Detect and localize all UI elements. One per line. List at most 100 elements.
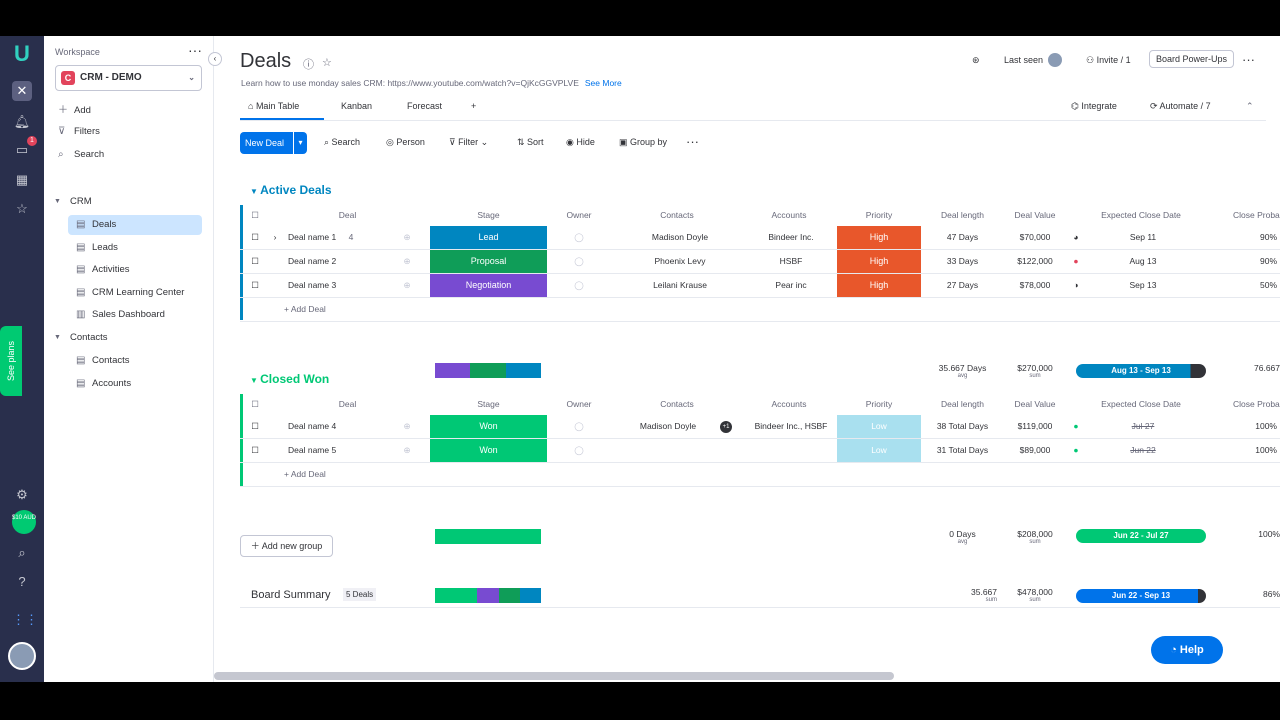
close-prob-cell[interactable]: 50% [1245,274,1277,297]
add-deal-row[interactable]: + Add Deal [240,298,1280,322]
contacts-cell[interactable]: Leilani Krause [618,274,742,297]
workspace-selector[interactable]: C CRM - DEMO ⌄ [55,65,202,91]
activity-icon[interactable]: ⊛ [972,55,980,66]
help-button[interactable]: ◔ Help [1151,636,1223,664]
deal-name[interactable]: Deal name 5 [288,439,368,462]
col-owner[interactable]: Owner [559,394,599,414]
see-plans-button[interactable]: See plans [0,326,22,396]
close-date-cell[interactable]: Jun 22 [1108,439,1178,462]
stage-status[interactable]: Lead [430,226,547,249]
priority-status[interactable]: High [837,274,921,297]
accounts-cell[interactable]: Bindeer Inc. [748,226,834,249]
row-checkbox[interactable]: ☐ [250,415,260,438]
deal-value-cell[interactable]: $89,000 [1005,439,1065,462]
deal-name[interactable]: Deal name 4 [288,415,368,438]
last-seen[interactable]: Last seen [1004,55,1043,65]
more-contacts-badge[interactable]: +1 [720,421,732,433]
row-checkbox[interactable]: ☐ [250,439,260,462]
col-close-date[interactable]: Expected Close Date [1066,394,1216,414]
deal-value-cell[interactable]: $70,000 [1005,226,1065,249]
help-icon[interactable]: ? [12,572,32,592]
table-row[interactable]: ☐ Deal name 2 ⊕ Proposal ◯ Phoenix Levy … [240,250,1280,274]
chevron-down-icon[interactable]: ▾ [293,132,307,154]
automate-button[interactable]: ⟳ Automate / 7 [1150,101,1211,112]
invite-button[interactable]: ⚇ Invite / 1 [1086,55,1131,66]
col-priority[interactable]: Priority [837,394,921,414]
tab-add[interactable]: + [471,101,476,111]
close-prob-cell[interactable]: 100% [1245,439,1277,462]
row-checkbox[interactable]: ☐ [250,250,260,273]
power-ups-button[interactable]: Board Power-Ups [1149,50,1235,68]
collapse-header-icon[interactable]: ⌃ [1246,101,1254,112]
row-checkbox[interactable]: ☐ [250,274,260,297]
more-icon[interactable]: ··· [686,134,699,149]
sidebar-filters[interactable]: ⊽ Filters [58,122,204,142]
add-deal-input[interactable]: + Add Deal [284,463,344,486]
contacts-cell[interactable] [618,439,742,462]
more-icon[interactable]: ··· [188,42,202,58]
sidebar-item-sales-dashboard[interactable]: ▥ Sales Dashboard [76,305,222,325]
add-deal-row[interactable]: + Add Deal [240,463,1280,487]
add-update-icon[interactable]: ⊕ [400,439,414,462]
bell-icon[interactable]: 🔔︎ [12,112,32,132]
see-more-link[interactable]: See More [585,78,622,88]
table-row[interactable]: ☐ Deal name 4 ⊕ Won ◯ Madison Doyle +1 B… [240,415,1280,439]
expand-icon[interactable]: › [270,226,280,249]
plan-badge[interactable]: $10 AUD [12,510,36,534]
close-date-cell[interactable]: Sep 11 [1108,226,1178,249]
add-new-group-button[interactable]: ＋ Add new group [240,535,333,557]
apps-grid-icon[interactable]: ⋮⋮ [12,610,38,630]
sidebar-item-learning-center[interactable]: ▤ CRM Learning Center [76,283,222,303]
owner-avatar-icon[interactable]: ◯ [559,439,599,462]
sort-button[interactable]: ⇅ Sort [517,137,544,148]
col-close-prob[interactable]: Close Proba [1218,394,1280,414]
info-icon[interactable]: ⓘ [303,56,314,72]
table-row[interactable]: ☐ Deal name 3 ⊕ Negotiation ◯ Leilani Kr… [240,274,1280,298]
add-update-icon[interactable]: ⊕ [400,274,414,297]
priority-status[interactable]: Low [837,415,921,438]
star-icon[interactable]: ☆ [12,199,32,219]
col-deal[interactable]: Deal [280,394,415,414]
col-deal-value[interactable]: Deal Value [1005,205,1065,225]
sidebar-item-leads[interactable]: ▤ Leads [76,238,222,258]
col-deal[interactable]: Deal [280,205,415,225]
search-button[interactable]: ⌕ Search [324,137,360,148]
col-stage[interactable]: Stage [430,394,547,414]
owner-avatar-icon[interactable]: ◯ [559,226,599,249]
col-contacts[interactable]: Contacts [612,394,742,414]
star-icon[interactable]: ☆ [322,56,332,69]
more-icon[interactable]: ··· [1242,52,1255,67]
add-update-icon[interactable]: ⊕ [400,250,414,273]
add-update-icon[interactable]: ⊕ [400,415,414,438]
puzzle-icon[interactable]: ⚙ [12,485,32,505]
tab-kanban[interactable]: Kanban [341,101,372,111]
new-deal-button[interactable]: New Deal ▾ [240,132,307,154]
add-deal-input[interactable]: + Add Deal [284,298,344,321]
col-deal-length[interactable]: Deal length [922,205,1003,225]
stage-status[interactable]: Won [430,415,547,438]
col-accounts[interactable]: Accounts [743,205,835,225]
col-priority[interactable]: Priority [837,205,921,225]
integrate-button[interactable]: ⌬ Integrate [1071,101,1117,112]
col-contacts[interactable]: Contacts [612,205,742,225]
close-prob-cell[interactable]: 100% [1245,415,1277,438]
folder-contacts[interactable]: ▼ Contacts [54,328,200,348]
priority-status[interactable]: High [837,250,921,273]
accounts-cell[interactable] [748,439,834,462]
accounts-cell[interactable]: HSBF [748,250,834,273]
deal-name[interactable]: Deal name 1 [288,226,368,249]
search-icon[interactable]: ⌕ [12,543,32,563]
accounts-cell[interactable]: Bindeer Inc., HSBF [748,415,834,438]
deal-value-cell[interactable]: $119,000 [1005,415,1065,438]
sidebar-item-contacts[interactable]: ▤ Contacts [76,351,222,371]
col-owner[interactable]: Owner [559,205,599,225]
person-button[interactable]: ◎ Person [386,137,425,148]
sidebar-search[interactable]: ⌕ Search [58,145,204,165]
contacts-cell[interactable]: Madison Doyle [618,415,718,438]
tab-forecast[interactable]: Forecast [407,101,442,111]
select-all-checkbox[interactable]: ☐ [250,394,260,414]
horizontal-scrollbar[interactable] [214,672,894,680]
table-row[interactable]: ☐ Deal name 5 ⊕ Won ◯ Low 31 Total Days … [240,439,1280,463]
col-deal-length[interactable]: Deal length [922,394,1003,414]
owner-avatar-icon[interactable]: ◯ [559,415,599,438]
